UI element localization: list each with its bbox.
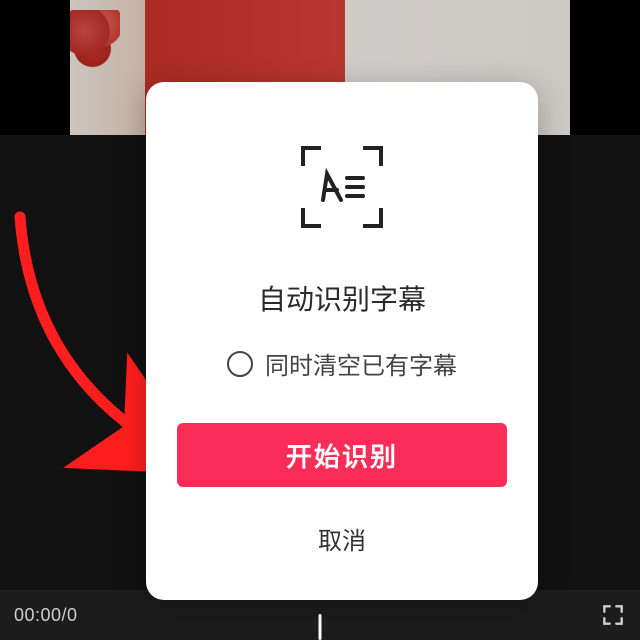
subtitle-scan-icon [297, 142, 387, 232]
playback-time: 00:00/0 [14, 605, 78, 626]
dialog-title: 自动识别字幕 [258, 278, 426, 318]
clear-existing-option[interactable]: 同时清空已有字幕 [227, 346, 457, 381]
fullscreen-icon[interactable] [600, 602, 626, 628]
auto-subtitle-dialog: 自动识别字幕 同时清空已有字幕 开始识别 取消 [146, 82, 538, 600]
start-recognition-button[interactable]: 开始识别 [177, 423, 507, 487]
option-label: 同时清空已有字幕 [265, 346, 457, 381]
radio-unchecked-icon [227, 351, 253, 377]
cancel-button[interactable]: 取消 [298, 513, 386, 564]
timeline-playhead [319, 614, 322, 640]
